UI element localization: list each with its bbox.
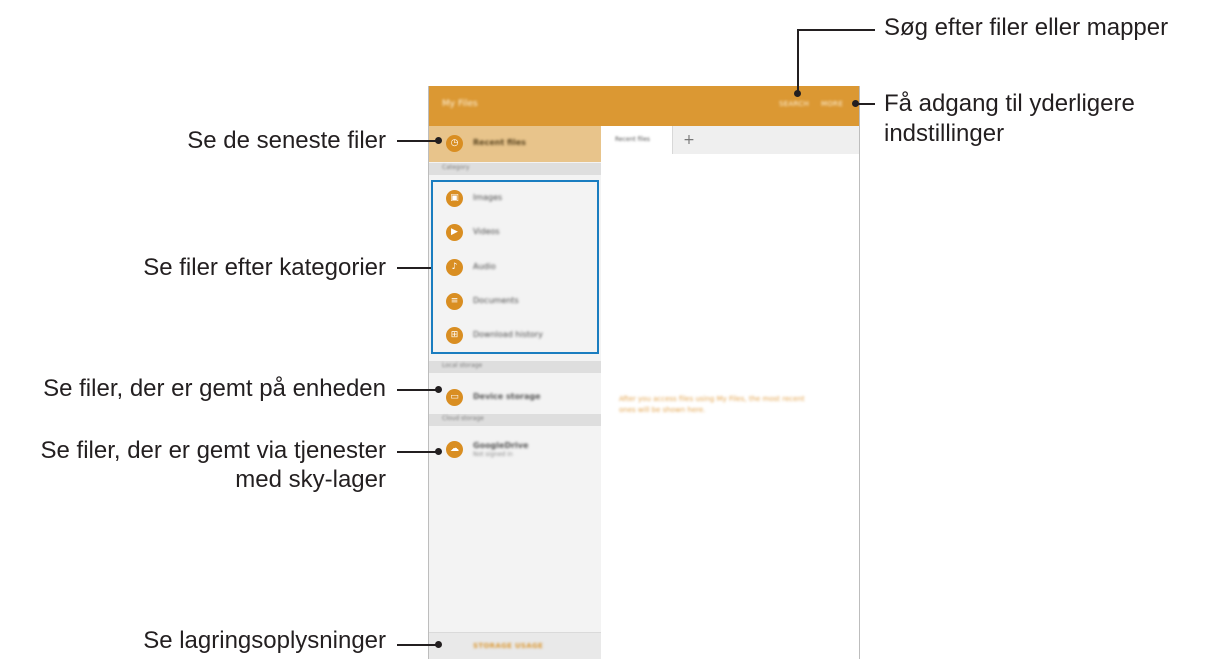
callout-dot-search xyxy=(794,90,801,97)
clock-icon: ◷ xyxy=(446,135,463,152)
section-header-label: Category xyxy=(442,164,470,171)
main-content: Recent files + After you access files us… xyxy=(601,126,859,659)
callout-dot-device xyxy=(435,386,442,393)
callout-line-search-vertical xyxy=(797,29,799,93)
callout-line-device xyxy=(397,389,437,391)
sidebar-item-recent-files[interactable]: ◷ Recent files xyxy=(429,126,601,162)
callout-more-line2: indstillinger xyxy=(884,120,1005,147)
callout-recent: Se de seneste filer xyxy=(187,127,386,154)
cloud-storage-section-header: Cloud storage xyxy=(429,414,601,426)
callout-cloud-line1: Se filer, der er gemt via tjenester xyxy=(40,437,387,464)
sidebar-item-device-storage[interactable]: ▭ Device storage xyxy=(429,380,601,414)
callout-search: Søg efter filer eller mapper xyxy=(884,14,1169,41)
sidebar-item-label: Recent files xyxy=(473,138,526,147)
sidebar-item-label: GoogleDrive xyxy=(473,441,529,450)
sidebar-item-label: Device storage xyxy=(473,392,541,401)
callout-categories: Se filer efter kategorier xyxy=(143,254,386,281)
callout-device: Se filer, der er gemt på enheden xyxy=(43,375,386,402)
callout-more-line1: Få adgang til yderligere xyxy=(884,90,1135,117)
storage-usage-button[interactable]: STORAGE USAGE xyxy=(429,632,601,659)
storage-usage-label: STORAGE USAGE xyxy=(473,642,544,650)
callout-dot-more xyxy=(852,100,859,107)
callout-dot-storage xyxy=(435,641,442,648)
sidebar-item-sublabel: Not signed in xyxy=(473,451,513,458)
my-files-screen: My Files SEARCH MORE ◷ Recent files Cate… xyxy=(428,86,860,659)
device-icon: ▭ xyxy=(446,389,463,406)
empty-state-message: After you access files using My Files, t… xyxy=(619,395,805,414)
section-header-label: Cloud storage xyxy=(442,415,484,422)
callout-dot-recent xyxy=(435,137,442,144)
app-title: My Files xyxy=(442,99,478,109)
cloud-icon: ☁ xyxy=(446,441,463,458)
more-button[interactable]: MORE xyxy=(821,100,843,108)
sidebar-item-google-drive[interactable]: ☁ GoogleDrive Not signed in xyxy=(429,432,601,466)
callout-line-storage xyxy=(397,644,437,646)
tab-recent-files[interactable]: Recent files xyxy=(601,126,673,154)
callout-line-cloud xyxy=(397,451,437,453)
callout-line-categories xyxy=(397,267,431,269)
callout-line-recent xyxy=(397,140,437,142)
tab-label: Recent files xyxy=(615,136,650,143)
tab-bar: Recent files + xyxy=(601,126,859,154)
categories-highlight-box xyxy=(431,180,599,354)
section-header-label: Local storage xyxy=(442,362,483,369)
callout-line-search xyxy=(797,29,875,31)
add-tab-icon[interactable]: + xyxy=(679,130,699,150)
callout-dot-cloud xyxy=(435,448,442,455)
category-section-header: Category xyxy=(429,163,601,175)
callout-cloud-line2: med sky-lager xyxy=(235,466,386,493)
callout-line-more xyxy=(857,103,875,105)
local-storage-section-header: Local storage xyxy=(429,361,601,373)
search-button[interactable]: SEARCH xyxy=(779,100,809,108)
callout-storage: Se lagringsoplysninger xyxy=(143,627,386,654)
